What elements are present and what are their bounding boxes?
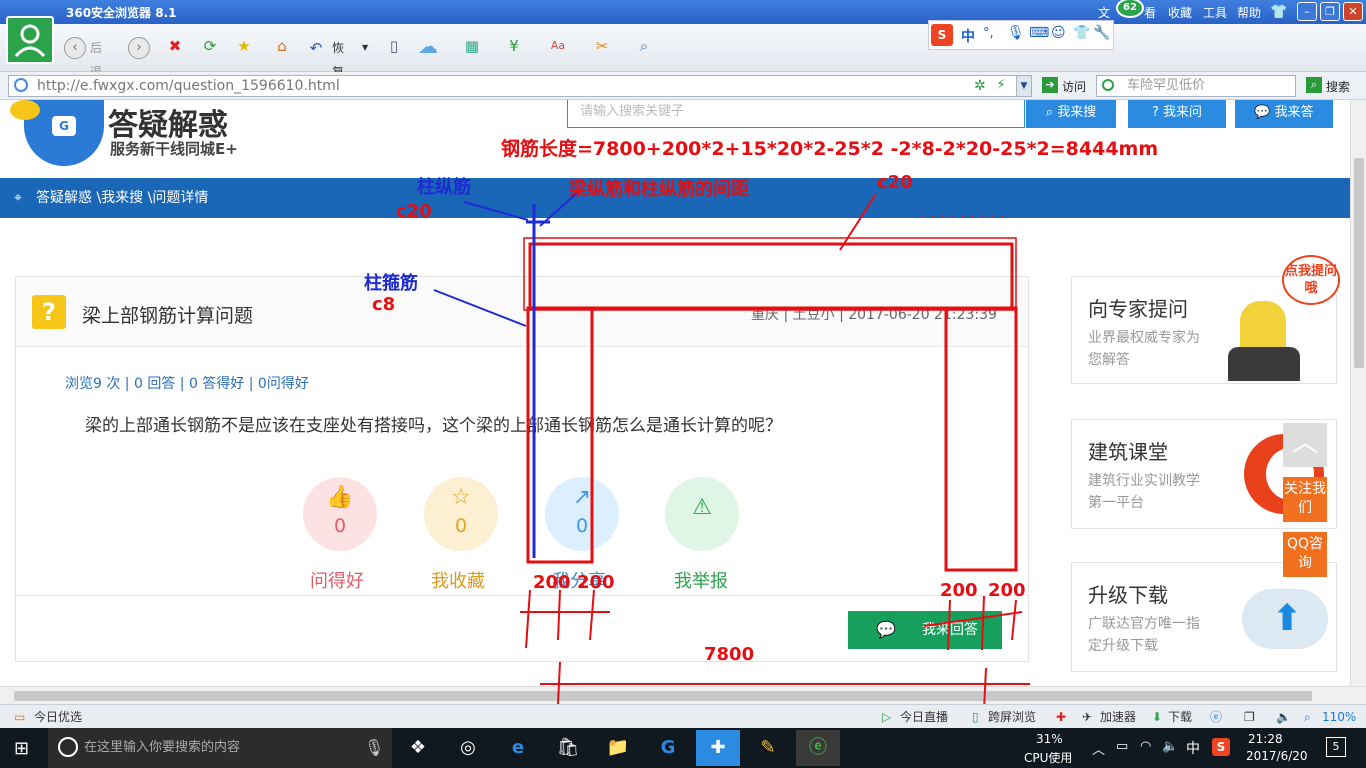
- annotation-dim-7800: 7800: [704, 644, 755, 665]
- clock-date[interactable]: 2017/6/20: [1246, 749, 1308, 763]
- annotation-formula: 钢筋长度=7800+200*2+15*20*2-25*2 -2*8-2*20-2…: [501, 138, 1159, 160]
- speaker-icon[interactable]: 🔈: [1162, 739, 1178, 754]
- notification-center-icon[interactable]: 5: [1326, 737, 1346, 757]
- accelerator-icon: ✈: [1082, 710, 1093, 724]
- status-bar: ▭ 今日优选 ▷ 今日直播 ▯ 跨屏浏览 ✚ ✈ 加速器 ⬇ 下载 ⓔ ❐ 🔈 …: [0, 704, 1366, 728]
- red-annotations: [520, 193, 1030, 711]
- wifi-icon[interactable]: ◠: [1140, 739, 1151, 754]
- mobile-icon: ▯: [972, 710, 979, 724]
- col-long-arrow: [463, 201, 529, 221]
- right-column-outline: [944, 306, 1018, 572]
- annotation-col-long: 柱纵筋: [417, 177, 471, 198]
- annotation-c20-left: c20: [396, 201, 432, 222]
- 360-browser-taskbar-icon[interactable]: ⓔ: [796, 730, 840, 766]
- windows-start-icon[interactable]: ⊞: [14, 738, 29, 759]
- annotation-dim-200a: 200: [533, 572, 571, 593]
- dim-tick-5: [981, 595, 985, 651]
- annotation-c8: c8: [372, 294, 396, 315]
- cpu-label: CPU使用: [1024, 751, 1073, 765]
- beam-outline-outer: [523, 237, 1017, 311]
- stirrup-arrow: [433, 289, 527, 327]
- dim-line-right: [923, 611, 1023, 627]
- status-accelerator[interactable]: 加速器: [1100, 705, 1136, 729]
- annotation-dim-200b: 200: [577, 572, 615, 593]
- annotation-c20-right: c20: [877, 172, 913, 193]
- taskbar-search-input[interactable]: 在这里输入你要搜索的内容: [48, 728, 392, 768]
- blue-annotations: [433, 191, 579, 558]
- battery-icon[interactable]: ▭: [1116, 739, 1128, 754]
- annotation-col-stirrup: 柱箍筋: [364, 273, 418, 294]
- live-icon: ▷: [882, 710, 892, 724]
- dim-tick-6: [1011, 599, 1017, 641]
- window-icon[interactable]: ❐: [1244, 705, 1255, 729]
- gift-icon: ▭: [14, 710, 26, 724]
- beam-outline: [528, 242, 1014, 310]
- ie-icon[interactable]: ⓔ: [1210, 705, 1222, 729]
- dim-tick-1: [525, 589, 531, 649]
- zoom-level[interactable]: 110%: [1322, 705, 1356, 729]
- annotation-gap: 梁纵筋和柱纵筋的间距: [569, 179, 749, 200]
- annotation-dim-200d: 200: [988, 580, 1026, 601]
- sogou-tray-icon[interactable]: S: [1212, 738, 1230, 756]
- cpu-percent: 31%: [1036, 732, 1063, 746]
- status-download[interactable]: 下载: [1168, 705, 1192, 729]
- dim-tick-2: [557, 589, 561, 641]
- status-cross-screen[interactable]: 跨屏浏览: [988, 705, 1036, 729]
- volume-icon[interactable]: 🔈: [1276, 705, 1291, 729]
- tool-app-icon[interactable]: ✚: [696, 730, 740, 766]
- store-icon[interactable]: 🛍: [546, 730, 590, 766]
- notes-app-icon[interactable]: ✎: [746, 730, 790, 766]
- zoom-icon: ⌕: [1304, 710, 1311, 724]
- microphone-icon[interactable]: 🎙: [364, 738, 384, 757]
- windows-taskbar: ⊞ 在这里输入你要搜索的内容 🎙 ❖ ◎ e 🛍 📁 G ✚ ✎ ⓔ 31% C…: [0, 728, 1366, 768]
- dim-tick-3: [589, 589, 595, 641]
- task-view-icon[interactable]: ❖: [396, 730, 440, 766]
- dim-tick-4: [947, 599, 951, 651]
- folder-icon[interactable]: 📁: [596, 730, 640, 766]
- tray-chevron-up-icon[interactable]: ︿: [1092, 739, 1105, 758]
- today-picks[interactable]: 今日优选: [34, 705, 82, 729]
- annotation-dim-200c: 200: [940, 580, 978, 601]
- download-icon: ⬇: [1152, 710, 1163, 724]
- browser-swirl-icon[interactable]: ◎: [446, 730, 490, 766]
- dim-tick-7: [557, 661, 561, 705]
- tray-ime[interactable]: 中: [1186, 738, 1200, 758]
- cortana-icon: [58, 737, 78, 757]
- c20-arrow: [839, 193, 877, 251]
- left-column-outline: [526, 306, 594, 564]
- edge-icon[interactable]: e: [496, 730, 540, 766]
- status-live[interactable]: 今日直播: [900, 705, 948, 729]
- annotation-overlay: [433, 191, 1030, 711]
- glodon-app-icon[interactable]: G: [646, 730, 690, 766]
- plus-icon: ✚: [1056, 710, 1067, 724]
- clock-time[interactable]: 21:28: [1248, 732, 1283, 746]
